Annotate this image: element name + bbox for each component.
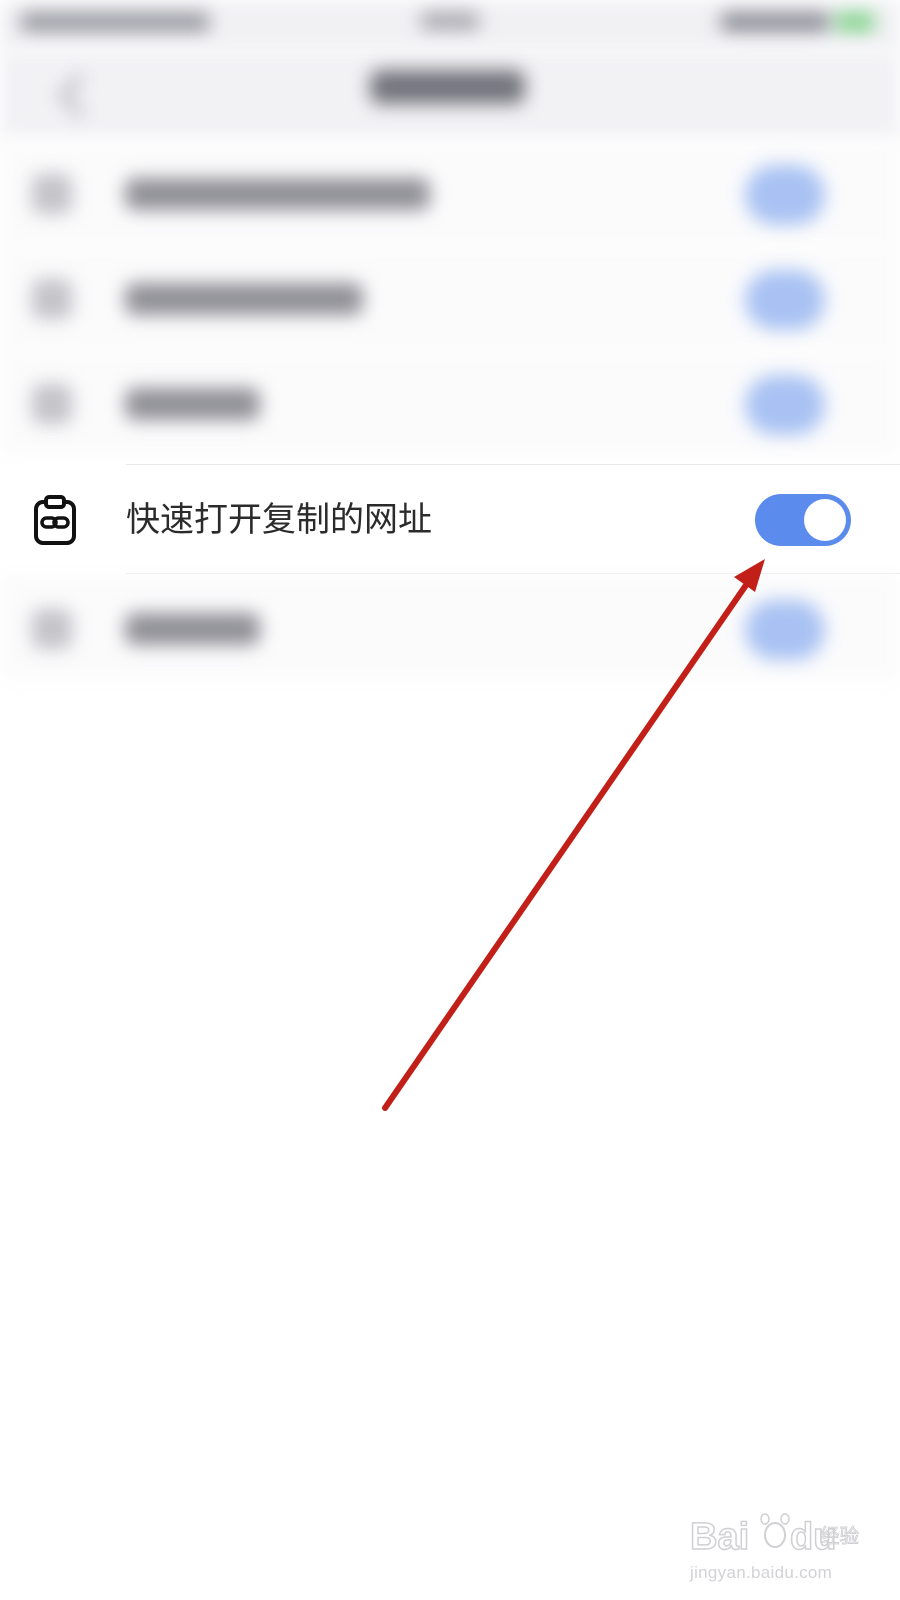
svg-text:Bai: Bai <box>690 1516 749 1558</box>
svg-text:经验: 经验 <box>820 1525 859 1548</box>
blurred-row-toggle[interactable] <box>745 375 825 435</box>
toggle-knob <box>804 499 846 541</box>
status-bar-right <box>720 12 830 32</box>
status-bar-left <box>20 12 210 32</box>
status-bar <box>0 0 900 50</box>
blurred-setting-row[interactable] <box>0 245 900 350</box>
setting-label: 快速打开复制的网址 <box>126 500 432 540</box>
blurred-row-label <box>125 613 260 645</box>
watermark-url: jingyan.baidu.com <box>690 1563 833 1582</box>
setting-row-quick-open-copied-url[interactable]: 快速打开复制的网址 <box>0 465 900 575</box>
battery-icon <box>835 12 875 32</box>
blurred-row-label <box>125 178 430 210</box>
blurred-setting-row[interactable] <box>0 140 900 245</box>
blurred-row-toggle[interactable] <box>745 600 825 660</box>
status-bar-center <box>420 12 480 30</box>
blurred-row-icon <box>32 609 72 649</box>
blurred-setting-row[interactable] <box>0 575 900 680</box>
page-title <box>370 70 525 104</box>
quick-open-url-toggle[interactable] <box>755 494 851 546</box>
row-divider <box>126 573 900 574</box>
blurred-setting-row[interactable] <box>0 350 900 455</box>
clipboard-link-icon <box>34 495 76 545</box>
baidu-jingyan-watermark: Bai du 经验 jingyan.baidu.com <box>690 1505 875 1590</box>
blurred-row-toggle[interactable] <box>745 270 825 330</box>
blurred-row-icon <box>32 384 72 424</box>
blurred-row-icon <box>32 279 72 319</box>
blurred-row-icon <box>32 174 72 214</box>
blurred-row-label <box>125 388 260 420</box>
blurred-row-toggle[interactable] <box>745 165 825 225</box>
blurred-row-label <box>125 283 363 315</box>
watermark-brand: 经验 <box>820 1524 859 1548</box>
